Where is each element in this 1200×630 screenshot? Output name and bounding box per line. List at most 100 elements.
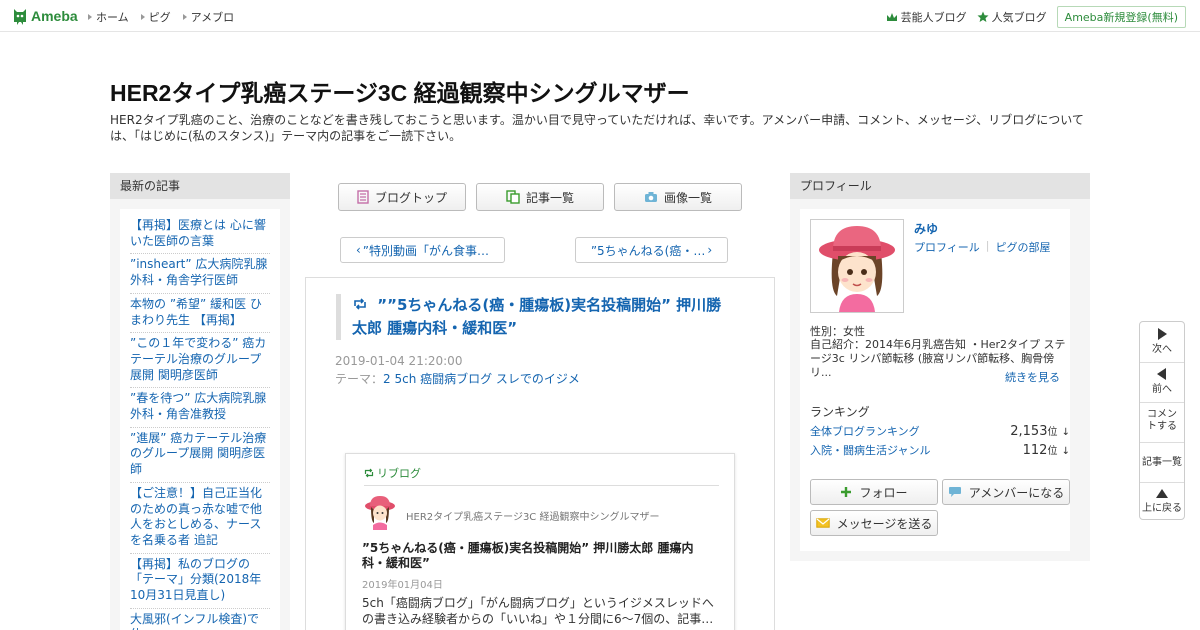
logo-text: Ameba bbox=[31, 8, 78, 24]
popular-blog-label: 人気ブログ bbox=[991, 11, 1047, 24]
ranking-title: ランキング bbox=[810, 405, 870, 419]
ranking-unit: 位 bbox=[1047, 427, 1058, 438]
global-header: Ameba ホーム ピグ アメブロ 芸能人ブログ 人気ブログ Ameba新規登録… bbox=[0, 0, 1200, 32]
popular-blog-link[interactable]: 人気ブログ bbox=[977, 9, 1047, 25]
recent-articles-title: 最新の記事 bbox=[110, 173, 290, 199]
divider bbox=[1140, 362, 1184, 363]
profile-links: プロフィール | ピグの部屋 bbox=[914, 239, 1051, 255]
celebrity-blog-label: 芸能人ブログ bbox=[900, 11, 967, 24]
follow-label: フォロー bbox=[859, 485, 908, 500]
recent-article-item[interactable]: ”この１年で変わる” 癌カテーテル治療のグループ展開 関明彦医師 bbox=[130, 333, 270, 389]
side-prev-button[interactable]: 前へ bbox=[1140, 368, 1184, 396]
celebrity-blog-link[interactable]: 芸能人ブログ bbox=[886, 9, 967, 25]
tab-article-list[interactable]: 記事一覧 bbox=[476, 183, 604, 211]
reblog-excerpt: 5ch「癌闘病ブログ」「がん闘病ブログ」というイジメスレッドへの書き込み経験者か… bbox=[362, 596, 714, 626]
separator: | bbox=[985, 239, 990, 252]
reblog-blog-name[interactable]: HER2タイプ乳癌ステージ3C 経過観察中シングルマザー bbox=[406, 508, 659, 523]
amember-button[interactable]: アメンバーになる bbox=[942, 479, 1070, 505]
message-button[interactable]: メッセージを送る bbox=[810, 510, 938, 536]
recent-article-item[interactable]: ”insheart” 広大病院乳腺外科・角舎学行医師 bbox=[130, 254, 270, 294]
tab-article-list-label: 記事一覧 bbox=[525, 190, 574, 205]
ranking-row: 全体ブログランキング 2,153位 ↓ bbox=[810, 423, 1070, 439]
side-prev-label: 前へ bbox=[1152, 384, 1172, 395]
ameba-logo-icon bbox=[14, 9, 26, 25]
recent-articles-list: 【再掲】医療とは 心に響いた医師の言葉 ”insheart” 広大病院乳腺外科・… bbox=[120, 209, 280, 630]
avatar-icon bbox=[365, 496, 395, 530]
recent-article-item[interactable]: 【再掲】医療とは 心に響いた医師の言葉 bbox=[130, 215, 270, 255]
nav-home[interactable]: ホーム bbox=[88, 9, 129, 25]
ranking-value: 112 bbox=[1022, 443, 1048, 458]
side-top-label: 上に戻る bbox=[1142, 503, 1182, 514]
ranking-label[interactable]: 全体ブログランキング bbox=[810, 423, 920, 439]
article-theme-label: テーマ： bbox=[335, 372, 384, 386]
recent-article-item[interactable]: 大風邪(インフル検査)で休 bbox=[130, 609, 270, 630]
prev-article-button[interactable]: ‹ ”特別動画「がん食事… bbox=[340, 237, 505, 263]
prev-article-label: ”特別動画「がん食事… bbox=[362, 243, 490, 258]
follow-button[interactable]: フォロー bbox=[810, 479, 938, 505]
crown-icon bbox=[886, 13, 897, 21]
article-title[interactable]: ””5ちゃんねる(癌・腫瘍板)実名投稿開始” 押川勝太郎 腫瘍内科・緩和医” bbox=[352, 296, 721, 337]
reblog-card[interactable]: リブログ HER2タイプ乳癌ステージ3C 経過観察中シングルマザー ”5ちゃんね… bbox=[345, 453, 735, 630]
profile-box: みゆ プロフィール | ピグの部屋 性別：女性 自己紹介：2014年6月乳癌告知 ・… bbox=[800, 209, 1070, 551]
next-article-button[interactable]: ”5ちゃんねる(癌・… › bbox=[575, 237, 728, 263]
tab-blog-top[interactable]: ブログトップ bbox=[338, 183, 466, 211]
star-icon bbox=[977, 11, 989, 22]
rank-down-icon: ↓ bbox=[1061, 446, 1070, 457]
recent-article-item[interactable]: 本物の ”希望” 緩和医 ひまわり先生 【再掲】 bbox=[130, 294, 270, 334]
envelope-icon bbox=[815, 518, 830, 528]
reblog-label: リブログ bbox=[377, 467, 421, 480]
ranking-unit: 位 bbox=[1047, 446, 1058, 457]
profile-name[interactable]: みゆ bbox=[914, 220, 938, 237]
tab-blog-top-label: ブログトップ bbox=[374, 190, 447, 205]
tab-image-list-label: 画像一覧 bbox=[663, 190, 712, 205]
side-list-button[interactable]: 記事一覧 bbox=[1140, 457, 1184, 469]
ranking-value-wrap: 112位 ↓ bbox=[1023, 442, 1070, 458]
triangle-left-icon bbox=[1157, 368, 1166, 380]
avatar-icon bbox=[819, 226, 895, 312]
chevron-left-icon: ‹ bbox=[355, 243, 361, 257]
side-float-nav: 次へ 前へ コメントする 記事一覧 上に戻る bbox=[1139, 321, 1185, 520]
tab-image-list[interactable]: 画像一覧 bbox=[614, 183, 742, 211]
ameba-logo[interactable]: Ameba bbox=[12, 7, 78, 25]
blog-title[interactable]: HER2タイプ乳癌ステージ3C 経過観察中シングルマザー bbox=[110, 74, 690, 108]
reblog-small-icon bbox=[364, 468, 374, 478]
nav-pigg[interactable]: ピグ bbox=[141, 9, 171, 25]
recent-articles-panel: 最新の記事 【再掲】医療とは 心に響いた医師の言葉 ”insheart” 広大病… bbox=[110, 173, 290, 630]
reblog-icon bbox=[354, 298, 366, 310]
next-article-label: ”5ちゃんねる(癌・… bbox=[590, 243, 706, 258]
profile-panel-title: プロフィール bbox=[790, 173, 1090, 199]
profile-panel: プロフィール みゆ プロフィール | ピグの部屋 性別：女性 自己紹介：2014年6… bbox=[790, 173, 1090, 561]
article-theme: テーマ：2 5ch 癌闘病ブログ スレでのイジメ bbox=[335, 370, 580, 387]
profile-link[interactable]: プロフィール bbox=[914, 239, 980, 255]
recent-article-item[interactable]: ”春を待つ” 広大病院乳腺外科・角舎准教授 bbox=[130, 388, 270, 428]
recent-article-item[interactable]: ”進展” 癌カテーテル治療のグループ展開 関明彦医師 bbox=[130, 428, 270, 483]
triangle-right-icon bbox=[1158, 328, 1167, 340]
message-label: メッセージを送る bbox=[836, 516, 933, 531]
side-comment-label: コメントする bbox=[1147, 409, 1177, 432]
recent-article-item[interactable]: 【再掲】私のブログの「テーマ」分類(2018年10月31日見直し) bbox=[130, 554, 270, 609]
reblog-date: 2019年01月04日 bbox=[362, 580, 443, 591]
side-next-button[interactable]: 次へ bbox=[1140, 328, 1184, 356]
register-button[interactable]: Ameba新規登録(無料) bbox=[1056, 6, 1186, 28]
profile-sex: 性別：女性 bbox=[810, 325, 865, 338]
recent-article-item[interactable]: 【ご注意！】自己正当化のための真っ赤な嘘で他人をおとしめる、ナースを名乗る者 追… bbox=[130, 483, 270, 554]
profile-image[interactable] bbox=[810, 219, 904, 313]
article-theme-link[interactable]: 2 5ch 癌闘病ブログ スレでのイジメ bbox=[383, 372, 580, 386]
side-next-label: 次へ bbox=[1152, 344, 1172, 355]
rank-down-icon: ↓ bbox=[1061, 427, 1070, 438]
ranking-label[interactable]: 入院・闘病生活ジャンル bbox=[810, 442, 930, 458]
read-more-link[interactable]: 続きを見る bbox=[1005, 369, 1060, 385]
header-right: 芸能人ブログ 人気ブログ Ameba新規登録(無料) bbox=[886, 6, 1186, 28]
blog-tabs: ブログトップ 記事一覧 画像一覧 bbox=[338, 183, 742, 211]
reblog-title[interactable]: ”5ちゃんねる(癌・腫瘍板)実名投稿開始” 押川勝太郎 腫瘍内科・緩和医” bbox=[362, 541, 712, 571]
article-date: 2019-01-04 21:20:00 bbox=[335, 354, 463, 368]
blog-description: HER2タイプ乳癌のこと、治療のことなどを書き残しておこうと思います。温かい目で… bbox=[110, 113, 1084, 143]
copy-icon bbox=[506, 190, 520, 204]
side-comment-button[interactable]: コメントする bbox=[1140, 409, 1184, 433]
pigg-room-link[interactable]: ピグの部屋 bbox=[996, 239, 1051, 255]
article-title-block: ””5ちゃんねる(癌・腫瘍板)実名投稿開始” 押川勝太郎 腫瘍内科・緩和医” bbox=[336, 294, 736, 340]
divider bbox=[1140, 482, 1184, 483]
nav-ameblo[interactable]: アメブロ bbox=[183, 9, 234, 25]
ranking-row: 入院・闘病生活ジャンル 112位 ↓ bbox=[810, 442, 1070, 458]
side-top-button[interactable]: 上に戻る bbox=[1140, 489, 1184, 515]
